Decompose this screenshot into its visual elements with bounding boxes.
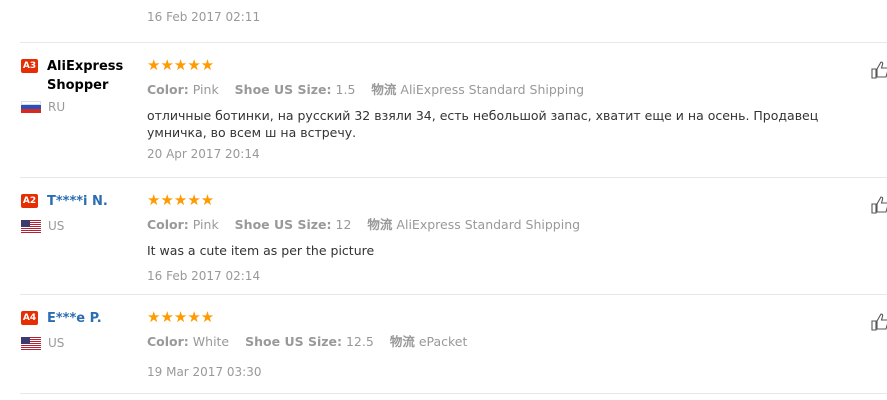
- shipping-label: 物流: [389, 334, 415, 349]
- review-date: 16 Feb 2017 02:14: [147, 269, 261, 283]
- size-value: 12.5: [345, 334, 374, 349]
- buyer-level-badge: A2: [21, 194, 38, 208]
- country-code: US: [48, 219, 65, 233]
- shipping-value: AliExpress Standard Shipping: [396, 217, 581, 232]
- flag-ru-icon: [21, 100, 41, 114]
- review-content: ★★★★★ Color: White Shoe US Size: 12.5 物流…: [147, 309, 847, 379]
- shipping-label: 物流: [371, 82, 397, 97]
- flag-us-icon: [21, 336, 41, 350]
- review-attributes: Color: Pink Shoe US Size: 1.5 物流 AliExpr…: [147, 79, 847, 98]
- color-value: Pink: [192, 217, 219, 232]
- size-value: 1.5: [335, 82, 356, 97]
- buyer-info: A2 T****i N. US: [21, 192, 141, 233]
- buyer-country: RU: [21, 100, 141, 114]
- thumbs-up-icon[interactable]: [871, 313, 887, 331]
- review-content: ★★★★★ Color: Pink Shoe US Size: 1.5 物流 A…: [147, 57, 847, 161]
- buyer-name[interactable]: E***e P.: [47, 309, 102, 328]
- buyer-country: US: [21, 336, 141, 350]
- buyer-info: A4 E***e P. US: [21, 309, 141, 350]
- review-text: отличные ботинки, на русский 32 взяли 34…: [147, 108, 819, 140]
- buyer-name: AliExpress Shopper: [47, 59, 124, 93]
- color-label: Color:: [147, 82, 189, 97]
- shipping-value: AliExpress Standard Shipping: [400, 82, 585, 97]
- buyer-name[interactable]: T****i N.: [47, 192, 108, 211]
- thumbs-up-icon[interactable]: [871, 61, 887, 79]
- review-content: ★★★★★ Color: Pink Shoe US Size: 12 物流 Al…: [147, 192, 847, 283]
- color-label: Color:: [147, 217, 189, 232]
- shipping-value: ePacket: [418, 334, 468, 349]
- flag-us-icon: [21, 219, 41, 233]
- thumbs-up-icon[interactable]: [871, 196, 887, 214]
- review-attributes: Color: White Shoe US Size: 12.5 物流 ePack…: [147, 331, 847, 350]
- review-text: It was a cute item as per the picture: [147, 243, 375, 258]
- color-value: Pink: [192, 82, 219, 97]
- star-rating: ★★★★★: [147, 56, 215, 74]
- review-date: 20 Apr 2017 20:14: [147, 147, 260, 161]
- buyer-country: US: [21, 219, 141, 233]
- divider: [20, 294, 887, 295]
- country-code: RU: [48, 100, 66, 114]
- size-label: Shoe US Size:: [234, 82, 332, 97]
- divider: [20, 177, 887, 178]
- star-rating: ★★★★★: [147, 191, 215, 209]
- size-label: Shoe US Size:: [234, 217, 332, 232]
- divider: [20, 393, 887, 394]
- review-date: 19 Mar 2017 03:30: [147, 365, 262, 379]
- country-code: US: [48, 336, 65, 350]
- divider: [20, 42, 887, 43]
- size-value: 12: [335, 217, 352, 232]
- shipping-label: 物流: [367, 217, 393, 232]
- color-label: Color:: [147, 334, 189, 349]
- buyer-info: A3 AliExpress Shopper RU: [21, 57, 141, 114]
- star-rating: ★★★★★: [147, 308, 215, 326]
- previous-review-date: 16 Feb 2017 02:11: [147, 10, 261, 24]
- size-label: Shoe US Size:: [245, 334, 342, 349]
- review-attributes: Color: Pink Shoe US Size: 12 物流 AliExpre…: [147, 214, 847, 233]
- buyer-level-badge: A4: [21, 311, 38, 325]
- buyer-level-badge: A3: [21, 59, 38, 73]
- color-value: White: [192, 334, 230, 349]
